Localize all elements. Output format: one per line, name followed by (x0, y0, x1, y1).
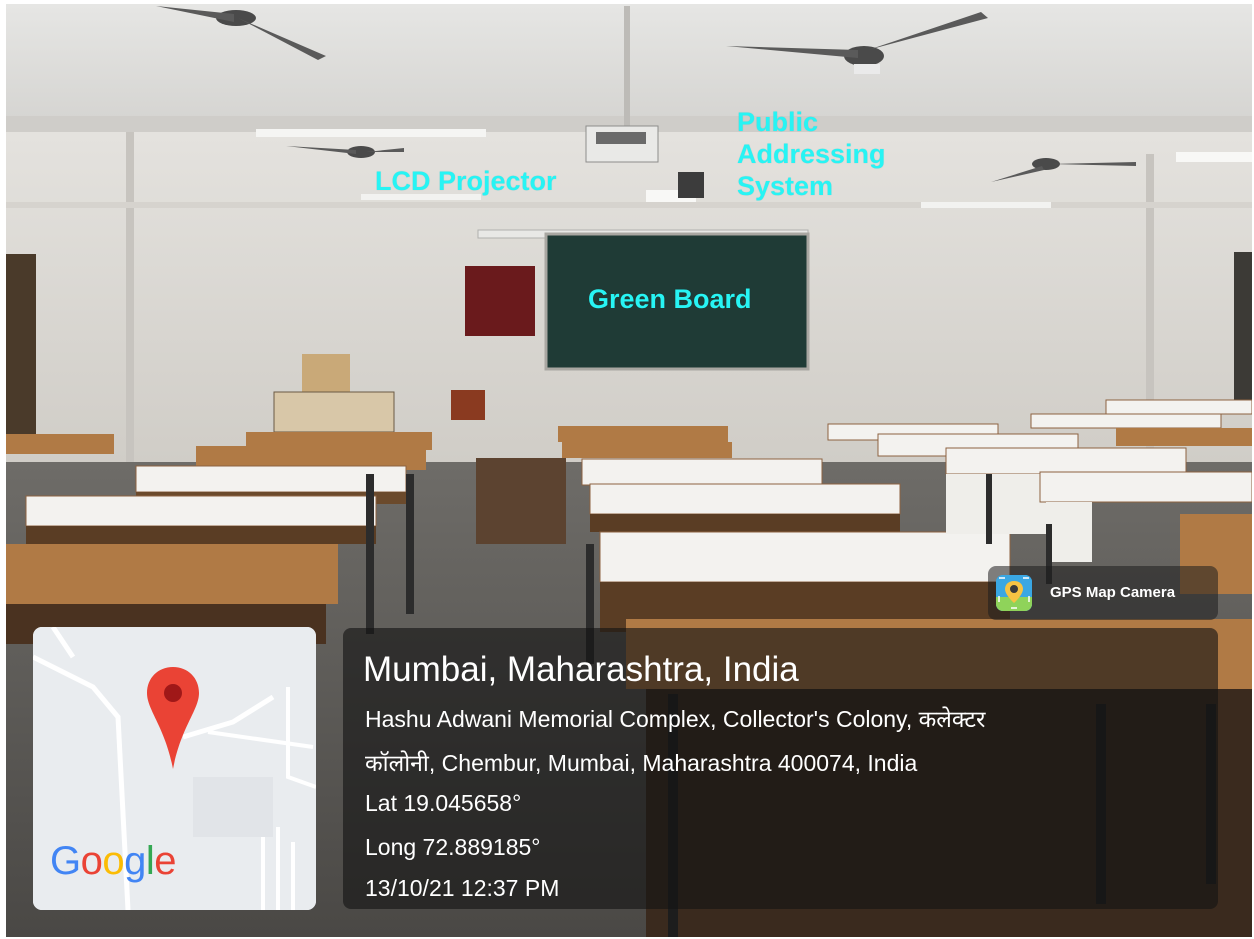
lcd-projector-label: LCD Projector (375, 166, 557, 196)
map-thumbnail: Google (33, 627, 316, 910)
google-logo: Google (50, 839, 177, 883)
address-line-2: कॉलोनी, Chembur, Mumbai, Maharashtra 400… (365, 750, 918, 776)
address-line-1: Hashu Adwani Memorial Complex, Collector… (365, 706, 986, 732)
timestamp: 13/10/21 12:37 PM (365, 875, 560, 901)
location-title: Mumbai, Maharashtra, India (363, 650, 799, 689)
map-pin-icon (147, 667, 199, 769)
app-name: GPS Map Camera (1050, 584, 1176, 601)
gps-map-camera-badge: GPS Map Camera (988, 566, 1218, 620)
location-info-panel: Mumbai, Maharashtra, India Hashu Adwani … (343, 628, 1218, 909)
public-addressing-system-label: Public Addressing System (737, 107, 886, 201)
green-board-label: Green Board (588, 284, 752, 314)
gps-map-camera-icon (996, 575, 1032, 611)
longitude: Long 72.889185° (365, 834, 541, 860)
latitude: Lat 19.045658° (365, 790, 522, 816)
